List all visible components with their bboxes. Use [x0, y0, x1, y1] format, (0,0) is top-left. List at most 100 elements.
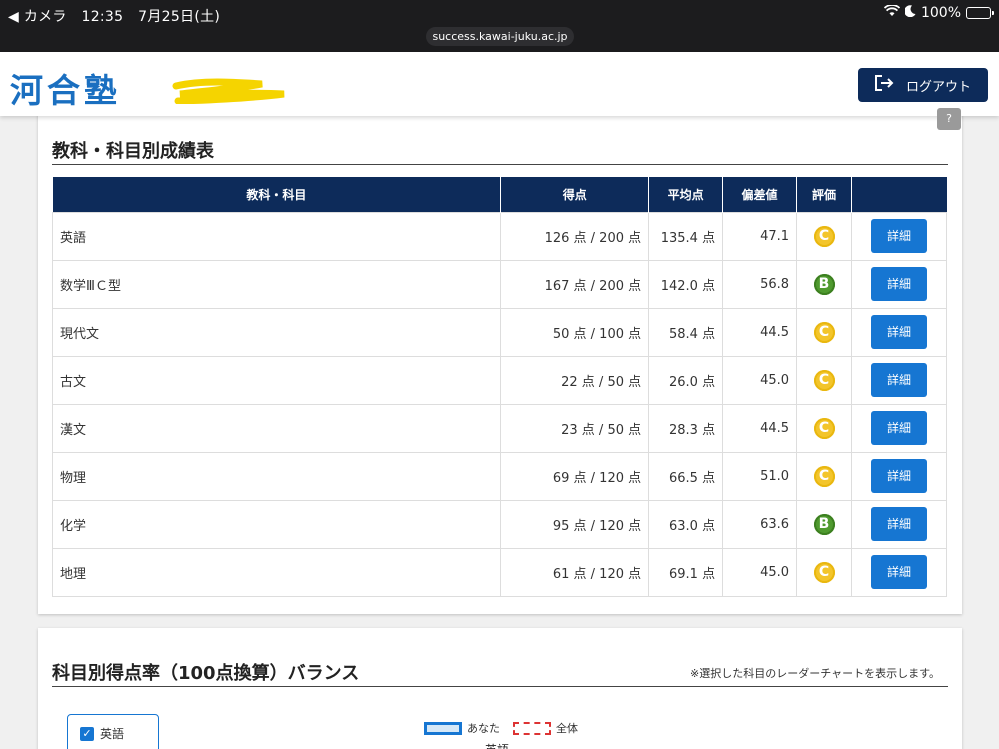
grade-badge: C: [813, 225, 835, 247]
moon-icon: [904, 5, 916, 21]
col-grade: 評価: [796, 177, 852, 212]
balance-title: 科目別得点率（100点換算）バランス: [52, 663, 360, 684]
col-action: [851, 177, 947, 212]
cell-action: 詳細: [850, 403, 948, 453]
cell-action: 詳細: [850, 547, 948, 597]
radar-axis-label: 英語: [485, 741, 509, 749]
detail-button[interactable]: 詳細: [870, 219, 927, 253]
logout-label: ログアウト: [906, 79, 972, 95]
logout-icon: [874, 74, 894, 96]
redaction-scribble: [172, 78, 285, 104]
legend-you-label: あなた: [467, 722, 500, 735]
detail-button[interactable]: 詳細: [870, 363, 927, 397]
scores-table: 教科・科目 得点 平均点 偏差値 評価 英語 126 点 / 200 点 135.4…: [51, 177, 948, 597]
detail-button[interactable]: 詳細: [870, 267, 927, 301]
cell-action: 詳細: [850, 355, 948, 405]
cell-average: 63.0 点: [648, 499, 724, 549]
cell-subject: 物理: [51, 451, 502, 501]
detail-button[interactable]: 詳細: [870, 459, 927, 493]
table-row: 古文 22 点 / 50 点 26.0 点 45.0 C 詳細: [51, 355, 948, 405]
checkmark-icon: ✓: [80, 726, 94, 741]
checkbox-label: 英語: [100, 727, 125, 741]
status-right: 100%: [883, 4, 994, 21]
cell-average: 66.5 点: [648, 451, 724, 501]
cell-average: 28.3 点: [648, 403, 724, 453]
subject-checkbox-english[interactable]: ✓ 英語: [80, 725, 124, 742]
status-time: 12:35: [81, 9, 124, 25]
legend-all-label: 全体: [556, 722, 578, 735]
cell-grade: C: [796, 403, 852, 453]
grade-badge: B: [813, 513, 835, 535]
status-date: 7月25日(土): [138, 9, 221, 25]
cell-score: 95 点 / 120 点: [500, 499, 650, 549]
cell-deviation: 45.0: [722, 355, 798, 405]
grade-badge: C: [813, 465, 835, 487]
balance-card: 科目別得点率（100点換算）バランス ※選択した科目のレーダーチャートを表示しま…: [38, 628, 962, 749]
grade-badge: C: [813, 321, 835, 343]
detail-button[interactable]: 詳細: [870, 411, 927, 445]
url-bar[interactable]: success.kawai-juku.ac.jp: [426, 27, 574, 46]
title-divider: [52, 686, 948, 687]
cell-score: 69 点 / 120 点: [500, 451, 650, 501]
cell-grade: C: [796, 355, 852, 405]
table-row: 物理 69 点 / 120 点 66.5 点 51.0 C 詳細: [51, 451, 948, 501]
table-row: 化学 95 点 / 120 点 63.0 点 63.6 B 詳細: [51, 499, 948, 549]
legend-you-swatch: [424, 721, 462, 735]
cell-deviation: 56.8: [722, 259, 798, 309]
detail-button[interactable]: 詳細: [870, 315, 927, 349]
cell-grade: C: [796, 451, 852, 501]
cell-subject: 古文: [51, 355, 502, 405]
col-deviation: 偏差値: [722, 177, 798, 212]
cell-deviation: 63.6: [722, 499, 798, 549]
cell-score: 50 点 / 100 点: [500, 307, 650, 357]
grade-badge: B: [813, 273, 835, 295]
cell-score: 23 点 / 50 点: [500, 403, 650, 453]
detail-button[interactable]: 詳細: [870, 507, 927, 541]
col-average: 平均点: [648, 177, 724, 212]
help-icon[interactable]: ?: [937, 108, 961, 130]
cell-score: 22 点 / 50 点: [500, 355, 650, 405]
table-row: 英語 126 点 / 200 点 135.4 点 47.1 C 詳細: [51, 211, 948, 261]
cell-score: 61 点 / 120 点: [500, 547, 650, 597]
back-to-camera[interactable]: ◀ カメラ: [8, 9, 67, 25]
col-score: 得点: [500, 177, 650, 212]
cell-grade: C: [796, 307, 852, 357]
cell-subject: 化学: [51, 499, 502, 549]
cell-subject: 現代文: [51, 307, 502, 357]
wifi-icon: [883, 4, 901, 21]
site-header: 河合塾 ログアウト: [0, 52, 999, 116]
grade-badge: C: [813, 417, 835, 439]
cell-grade: B: [796, 259, 852, 309]
cell-average: 135.4 点: [648, 211, 724, 261]
grade-badge: C: [813, 561, 835, 583]
battery-icon: [966, 7, 994, 19]
cell-action: 詳細: [850, 451, 948, 501]
radar-legend: あなた 全体: [424, 720, 578, 736]
scores-title: 教科・科目別成績表: [52, 141, 214, 162]
cell-subject: 地理: [51, 547, 502, 597]
logout-button[interactable]: ログアウト: [858, 68, 988, 102]
title-divider: [52, 164, 948, 165]
status-left: ◀ カメラ 12:35 7月25日(土): [8, 6, 230, 26]
cell-action: 詳細: [850, 259, 948, 309]
cell-subject: 漢文: [51, 403, 502, 453]
cell-action: 詳細: [850, 211, 948, 261]
cell-deviation: 47.1: [722, 211, 798, 261]
status-bar: ◀ カメラ 12:35 7月25日(土) 100% success.kawai-…: [0, 0, 999, 52]
detail-button[interactable]: 詳細: [870, 555, 927, 589]
cell-grade: C: [796, 547, 852, 597]
battery-percent: 100%: [920, 5, 961, 21]
table-row: 地理 61 点 / 120 点 69.1 点 45.0 C 詳細: [51, 547, 948, 597]
cell-subject: 英語: [51, 211, 502, 261]
cell-deviation: 51.0: [722, 451, 798, 501]
table-header-row: 教科・科目 得点 平均点 偏差値 評価: [52, 177, 947, 212]
scores-card: 教科・科目別成績表 教科・科目 得点 平均点 偏差値 評価 英語 126 点 / …: [38, 100, 962, 614]
cell-action: 詳細: [850, 307, 948, 357]
kawaijuku-logo[interactable]: 河合塾: [10, 64, 121, 112]
cell-deviation: 44.5: [722, 307, 798, 357]
legend-all-swatch: [513, 721, 551, 735]
cell-score: 126 点 / 200 点: [500, 211, 650, 261]
cell-score: 167 点 / 200 点: [500, 259, 650, 309]
balance-note: ※選択した科目のレーダーチャートを表示します。: [689, 667, 940, 680]
col-subject: 教科・科目: [52, 177, 502, 212]
